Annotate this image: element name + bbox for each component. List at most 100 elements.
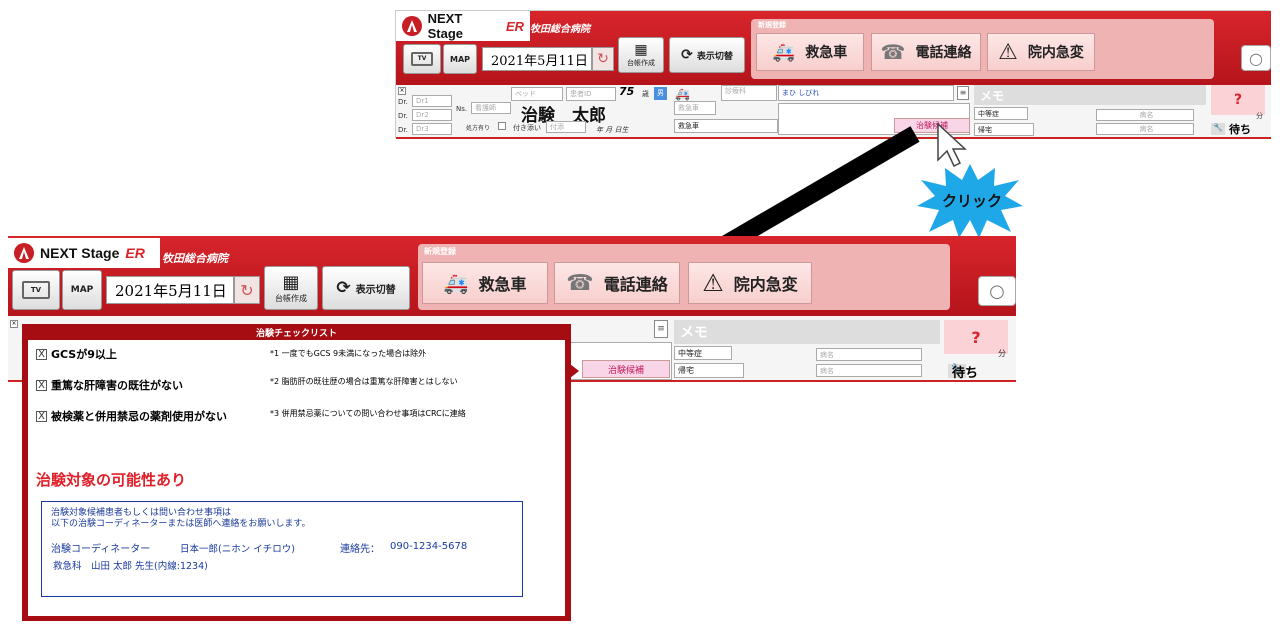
top-search-button[interactable]: ○ [1241,45,1271,71]
bottom-minutes-unit: 分 [998,349,1006,358]
search-icon: ○ [989,280,1005,302]
contact-phone[interactable]: 090-1234-5678 [390,541,467,552]
wrench-icon[interactable]: 🔧 [1211,123,1225,135]
modal-title: 治験チェックリスト [255,329,337,339]
dept-field[interactable]: 診療科 [721,85,777,101]
bottom-outcome-field[interactable]: 帰宅 [674,363,744,378]
dr-prefix-2: Dr. [398,112,408,120]
bed-field[interactable]: ベッド [511,87,563,101]
checkbox-checked-icon[interactable]: X [36,348,47,360]
bottom-toggle-button[interactable]: ⟳ 表示切替 [322,266,410,310]
contact-line-2: 以下の治験コーディネーターまたは医師へ連絡をお願いします。 [51,519,311,529]
top-map-button[interactable]: MAP [443,44,477,74]
patient-id-field[interactable]: 患者ID [566,87,616,101]
prescription-label: 処方有り [466,125,491,132]
warning-icon: ⚠ [702,269,724,297]
ns-field[interactable]: 看護師 [471,102,511,114]
phone-icon: ☎ [880,40,906,64]
coordinator-name: 日本一郎(ニホン イチロウ) [180,544,295,555]
top-phone-button[interactable]: ☎ 電話連絡 [871,33,981,71]
top-new-entry-title: 新規登録 [758,21,786,29]
bottom-inhospital-button[interactable]: ⚠ 院内急変 [688,262,812,304]
bottom-phone-button[interactable]: ☎ 電話連絡 [554,262,680,304]
ambulance-icon: 🚑 [772,41,796,63]
waiting-status: 待ち [1229,123,1251,136]
symptom-note-icon[interactable]: ≡ [957,86,969,100]
dr3-field[interactable]: Dr3 [412,123,452,135]
bottom-waiting-status: 待ち [952,366,979,381]
checklist-item-3[interactable]: X 被検薬と併用禁忌の薬剤使用がない [36,408,227,424]
warning-icon: ⚠ [998,39,1018,65]
tv-icon: TV [22,281,50,299]
bottom-symptom-note-icon[interactable]: ≡ [654,320,668,338]
bottom-search-button[interactable]: ○ [978,276,1016,306]
ns-label: Ns. [456,105,468,113]
checklist-item-label: 被検薬と併用禁忌の薬剤使用がない [51,410,227,423]
bottom-diagnosis-field-2[interactable]: 病名 [816,364,922,377]
tv-icon: TV [411,52,433,66]
bottom-tv-button[interactable]: TV [12,270,60,310]
logo-er: ER [505,18,524,34]
minutes-unit: 分 [1256,112,1263,120]
toggle-label: 表示切替 [696,51,733,62]
checklist-item-label: GCSが9以上 [51,348,117,361]
bottom-reload-button[interactable]: ↻ [234,276,260,304]
coordinator-label: 治験コーディネーター [51,544,151,555]
doctor-contact-line: 救急科 山田 太郎 先生(内線:1234) [53,561,208,572]
ledger-label: 台帳作成 [627,59,655,67]
bottom-collapse-button[interactable]: × [10,320,18,328]
strip-collapse-button[interactable]: × [398,87,406,95]
phone-label: 電話連絡 [915,45,972,61]
dr-prefix-1: Dr. [398,98,408,106]
symptom-field[interactable]: まひ しびれ [778,85,954,101]
dr2-field[interactable]: Dr2 [412,109,452,121]
checklist-item-2[interactable]: X 重篤な肝障害の既往がない [36,377,183,393]
sex-badge[interactable]: 男 [654,87,667,100]
toggle-label: 表示切替 [355,284,396,296]
checklist-item-label: 重篤な肝障害の既往がない [51,379,183,392]
ambulance-label: 救急車 [805,45,848,61]
bottom-ambulance-button[interactable]: 🚑 救急車 [422,262,548,304]
checklist-item-1[interactable]: X GCSが9以上 [36,346,117,362]
bottom-new-entry-title: 新規登録 [424,247,456,256]
inhospital-label: 院内急変 [733,275,798,294]
bottom-severity-field[interactable]: 中等症 [674,346,732,360]
checklist-note-2: *2 脂肪肝の既往歴の場合は重篤な肝障害とはしない [270,377,458,386]
age-unit: 歳 [642,90,649,98]
ledger-icon: ▦ [634,42,648,58]
contact-box: 治験対象候補患者もしくは問い合わせ事項は 以下の治験コーディネーターまたは医師へ… [41,501,523,597]
ambulance-field[interactable]: 救急車 [674,101,716,115]
checkbox-checked-icon[interactable]: X [36,379,47,391]
top-inhospital-button[interactable]: ⚠ 院内急変 [987,33,1095,71]
top-date-field[interactable]: 2021年5月11日 [482,47,592,71]
severity-field[interactable]: 中等症 [974,107,1028,120]
ambulance-label: 救急車 [478,275,527,294]
logo-mark-icon [402,16,422,36]
phone-icon: ☎ [566,270,594,296]
dr1-field[interactable]: Dr1 [412,95,452,107]
top-tv-button[interactable]: TV [403,44,441,74]
top-ambulance-button[interactable]: 🚑 救急車 [756,33,864,71]
bottom-diagnosis-field-1[interactable]: 病名 [816,348,922,361]
diagnosis-field-2[interactable]: 病名 [1096,123,1194,135]
bottom-hospital-name: 牧田総合病院 [162,252,228,265]
top-reload-button[interactable]: ↻ [592,47,614,71]
bottom-date-field[interactable]: 2021年5月11日 [106,276,234,304]
prescription-checkbox[interactable] [498,122,506,130]
outcome-field[interactable]: 帰宅 [974,123,1034,136]
attendant-label: 付き添い [513,124,541,132]
bottom-trial-candidate-button[interactable]: 治験候補 [582,360,670,378]
top-toggle-button[interactable]: ⟳ 表示切替 [669,37,745,73]
bottom-map-button[interactable]: MAP [62,270,102,310]
diagnosis-field-1[interactable]: 病名 [1096,109,1194,121]
top-logo: NEXT Stage ER [396,11,530,41]
top-screen: NEXT Stage ER 牧田総合病院 TV MAP 2021年5月11日 ↻ … [395,10,1271,139]
ledger-label: 台帳作成 [275,293,307,303]
transport-icon: 🚑 [675,87,690,101]
phone-label: 電話連絡 [603,275,668,294]
top-ledger-button[interactable]: ▦ 台帳作成 [618,37,664,73]
logo-text: NEXT Stage [40,245,120,261]
checkbox-checked-icon[interactable]: X [36,410,47,422]
bottom-ledger-button[interactable]: ▦ 台帳作成 [264,266,318,310]
bottom-logo: NEXT Stage ER [8,238,160,268]
